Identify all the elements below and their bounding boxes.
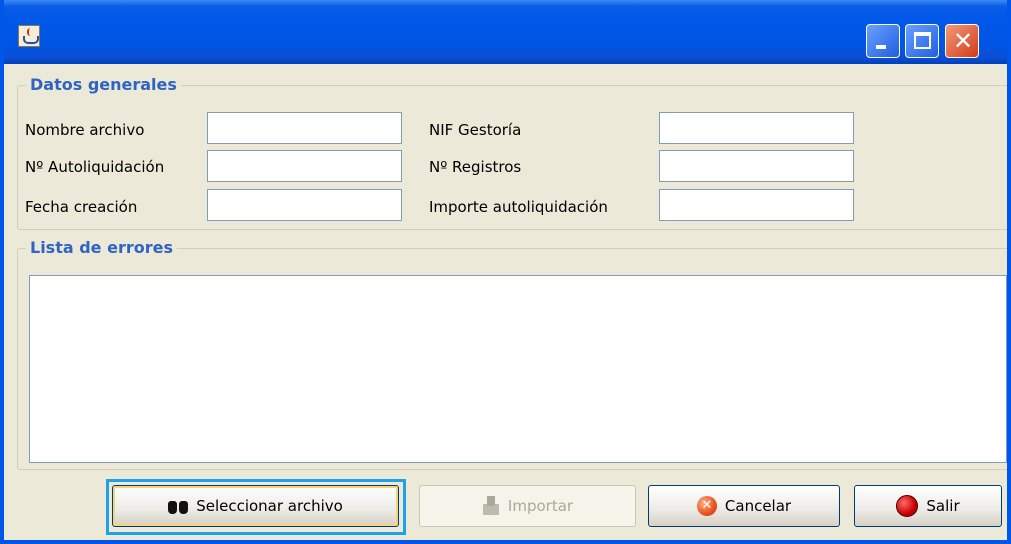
title-bar[interactable]: ✕ — [4, 0, 1007, 64]
fecha-creacion-label: Fecha creación — [25, 198, 138, 216]
lista-errores-title: Lista de errores — [26, 238, 177, 258]
importe-autoliquidacion-label: Importe autoliquidación — [429, 198, 608, 216]
num-registros-field[interactable] — [659, 150, 854, 182]
java-cup-icon[interactable] — [18, 25, 40, 47]
import-label: Importar — [507, 497, 574, 515]
binoculars-icon — [168, 497, 189, 515]
import-button[interactable]: Importar — [419, 485, 636, 527]
import-icon — [482, 496, 500, 516]
maximize-icon — [914, 32, 931, 49]
fecha-creacion-field[interactable] — [207, 189, 402, 221]
nif-gestoria-field[interactable] — [659, 112, 854, 144]
minimize-icon — [876, 45, 886, 49]
exit-label: Salir — [926, 497, 960, 515]
maximize-button[interactable] — [905, 24, 939, 58]
num-autoliquidacion-field[interactable] — [207, 150, 402, 182]
select-file-label: Seleccionar archivo — [196, 497, 343, 515]
errors-list[interactable] — [29, 275, 1007, 463]
exit-button[interactable]: Salir — [854, 485, 1002, 527]
importe-autoliquidacion-field[interactable] — [659, 189, 854, 221]
nombre-archivo-field[interactable] — [207, 112, 402, 144]
cancel-label: Cancelar — [724, 497, 792, 515]
close-button[interactable]: ✕ — [945, 24, 979, 58]
nif-gestoria-label: NIF Gestoría — [429, 121, 522, 139]
select-file-button[interactable]: Seleccionar archivo — [112, 485, 399, 527]
minimize-button[interactable] — [866, 24, 900, 58]
num-autoliquidacion-label: Nº Autoliquidación — [25, 158, 165, 176]
cancel-button[interactable]: ✕ Cancelar — [648, 485, 840, 527]
stop-icon — [896, 495, 919, 517]
close-icon: ✕ — [952, 27, 974, 55]
cancel-icon: ✕ — [696, 496, 717, 516]
nombre-archivo-label: Nombre archivo — [25, 121, 145, 139]
dialog-window: ✕ Datos generales Nombre archivo Nº Auto… — [0, 0, 1011, 544]
num-registros-label: Nº Registros — [429, 158, 522, 176]
datos-generales-title: Datos generales — [26, 75, 181, 95]
